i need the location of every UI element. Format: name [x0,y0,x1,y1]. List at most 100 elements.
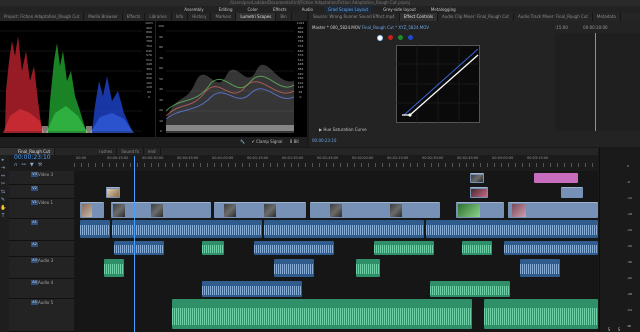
track-id[interactable]: A3 [31,258,38,263]
tab-audio-track-mixer[interactable]: Audio Track Mixer: Final_Rough Cut [514,13,593,21]
audio-clip[interactable] [80,220,110,238]
track-id[interactable]: A2 [31,242,38,247]
green-channel-button[interactable] [398,35,403,40]
workspace-assembly[interactable]: Assembly [181,6,206,13]
video-clip[interactable] [561,187,583,198]
video-clip[interactable] [106,187,120,198]
video-clip[interactable] [470,173,484,183]
audio-clip[interactable] [356,259,380,277]
tab-metadata[interactable]: Metadata [593,13,621,21]
audio-clip[interactable] [274,259,314,277]
tab-end[interactable]: end [144,148,161,155]
slip-tool-icon[interactable]: ⇆ [0,189,6,195]
track-header-a4[interactable]: A4 Audio 4 [9,279,74,299]
selection-tool-icon[interactable]: ▸ [0,157,6,163]
solo-left-button[interactable]: S [608,327,611,332]
pen-tool-icon[interactable]: ✎ [0,197,6,203]
wrench-icon[interactable]: 🔧 [240,139,245,144]
video-clip[interactable] [111,202,211,218]
workspace-grey-side[interactable]: Grey-side layout [380,6,419,13]
audio-clip[interactable] [104,259,124,277]
tab-audio-clip-mixer[interactable]: Audio Clip Mixer: Final_Rough Cut [438,13,515,21]
solo-right-button[interactable]: S [618,327,621,332]
disclosure-triangle-icon[interactable]: ▶ [319,127,322,132]
tab-project[interactable]: Project: Fiction Adaptation_Rough Cut [0,13,85,21]
hand-tool-icon[interactable]: ✋ [0,205,6,211]
video-clip[interactable] [534,173,578,183]
tab-rushes[interactable]: rushes [95,148,118,155]
type-tool-icon[interactable]: T [0,213,6,219]
tab-libraries[interactable]: Libraries [145,13,172,21]
workspace-effects[interactable]: Effects [270,6,290,13]
bit-depth-dropdown[interactable]: 8 Bit [290,139,299,144]
video-clip[interactable] [310,202,440,218]
blue-channel-button[interactable] [408,35,413,40]
tab-markers[interactable]: Markers [211,13,237,21]
effect-mini-timeline[interactable] [555,33,640,131]
track-id[interactable]: V2 [31,186,38,191]
audio-clip[interactable] [462,241,492,255]
audio-clip[interactable] [520,259,560,277]
audio-clip[interactable] [504,241,598,255]
snap-icon[interactable]: ∩ [14,162,18,168]
time-ruler[interactable]: 00:00 00:00:15:00 00:00:30:00 00:00:45:0… [74,156,598,170]
hue-saturation-row[interactable]: ▶ Hue Saturation Curve [319,127,367,132]
track-id[interactable]: A1 [31,220,38,225]
audio-clip[interactable] [202,281,302,297]
video-clip[interactable] [214,202,306,218]
master-clip-label[interactable]: Master * 000_5824.MOV [312,25,361,30]
track-id[interactable]: V3 [31,172,38,177]
track-header-v1[interactable]: V1 Video 1 [9,199,74,219]
effect-playhead[interactable] [595,33,596,131]
video-clip[interactable] [508,202,598,218]
workspace-editing[interactable]: Editing [216,6,236,13]
video-clip[interactable] [470,187,488,198]
audio-clip[interactable] [202,241,224,255]
clamp-signal-checkbox[interactable]: ✔ [251,139,254,144]
track-header-a5[interactable]: A5 Audio 5 [9,299,74,332]
track-id[interactable]: A4 [31,280,38,285]
track-select-tool-icon[interactable]: ⇥ [0,165,6,171]
tab-info[interactable]: Info [172,13,189,21]
track-header-a1[interactable]: A1 [9,219,74,241]
wrench-settings-icon[interactable]: ⚒ [38,162,42,168]
tab-source[interactable]: Source: Wrong Runner Sound Effect.mp4 [309,13,400,21]
effect-current-time[interactable]: 00:00:23:10 [312,138,336,143]
razor-tool-icon[interactable]: ✂ [0,181,6,187]
audio-clip[interactable] [426,220,598,238]
tab-bin[interactable]: Bin [276,13,292,21]
ripple-edit-tool-icon[interactable]: ⇔ [0,173,6,179]
timeline-playhead[interactable] [134,156,135,332]
audio-clip[interactable] [264,220,424,238]
linked-selection-icon[interactable]: ⚯ [22,162,26,168]
video-clip[interactable] [80,202,104,218]
track-header-a2[interactable]: A2 [9,241,74,257]
tab-effects[interactable]: Effects [123,13,146,21]
track-id[interactable]: A5 [31,300,38,305]
audio-clip[interactable] [484,299,598,329]
audio-clip[interactable] [254,241,334,255]
tab-media-browser[interactable]: Media Browser [84,13,123,21]
workspace-audio[interactable]: Audio [299,6,316,13]
audio-clip[interactable] [172,299,472,329]
workspace-grad-scopes[interactable]: Grad Scopes Layout [324,6,372,13]
sequence-clip-label[interactable]: Final_Rough Cut * XYZ_5824.MOV [362,25,429,30]
workspace-metalogging[interactable]: Metalogging [428,6,459,13]
red-channel-button[interactable] [388,35,393,40]
sequence-timecode[interactable]: 00:00:23:10 [14,154,51,161]
track-header-v3[interactable]: V3 Video 3 [9,171,74,185]
video-clip[interactable] [456,202,504,218]
audio-clip[interactable] [374,241,434,255]
tab-lumetri-scopes[interactable]: Lumetri Scopes [236,13,277,21]
track-header-v2[interactable]: V2 [9,185,74,199]
tab-history[interactable]: History [188,13,212,21]
rgb-curve-editor[interactable] [396,45,480,123]
workspace-color[interactable]: Color [245,6,261,13]
track-id[interactable]: V1 [31,200,38,205]
white-channel-button[interactable] [377,35,383,41]
add-marker-icon[interactable]: ▼ [30,162,34,168]
track-header-a3[interactable]: A3 Audio 3 [9,257,74,279]
tab-effect-controls[interactable]: Effect Controls [399,13,439,21]
audio-clip[interactable] [114,241,164,255]
audio-clip[interactable] [430,281,510,297]
